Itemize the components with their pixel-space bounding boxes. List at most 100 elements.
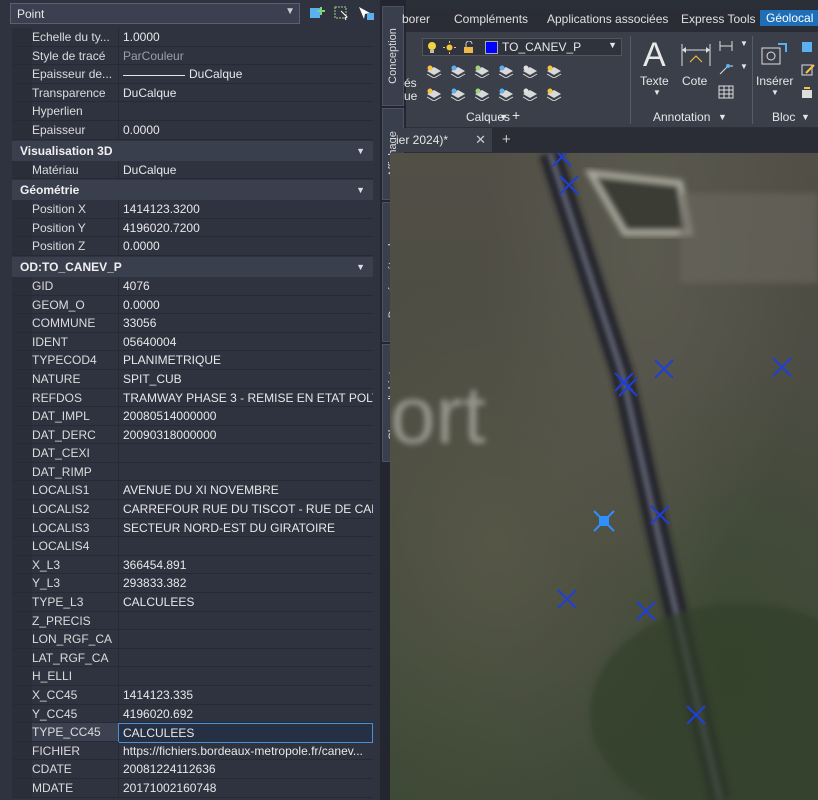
layer-properties-icon[interactable]: [426, 64, 442, 78]
property-value[interactable]: 1414123.335: [118, 686, 373, 704]
category-visualisation-3d[interactable]: Visualisation 3D ▼: [12, 140, 373, 161]
layer-lock-icon[interactable]: [522, 64, 538, 78]
property-row[interactable]: DAT_RIMP: [12, 462, 373, 482]
tab-collaborer[interactable]: borer: [402, 12, 430, 26]
property-value[interactable]: [118, 611, 373, 630]
tab-conception[interactable]: Conception: [382, 6, 404, 106]
chevron-down-icon[interactable]: ▼: [740, 62, 748, 71]
property-value[interactable]: ParCouleur: [118, 46, 373, 65]
property-value[interactable]: AVENUE DU XI NOVEMBRE: [118, 481, 373, 500]
chevron-down-icon[interactable]: ▼: [740, 39, 748, 48]
layer-freeze-icon[interactable]: [498, 64, 514, 78]
property-value[interactable]: [118, 648, 373, 667]
select-objects-icon[interactable]: [333, 5, 351, 21]
property-value[interactable]: [118, 444, 373, 462]
layer-walk-icon[interactable]: [450, 87, 466, 101]
property-row[interactable]: Z_PRECIS: [12, 611, 373, 631]
property-value[interactable]: TRAMWAY PHASE 3 - REMISE EN ETAT POLY...: [118, 388, 373, 407]
block-attributes-icon[interactable]: [800, 86, 816, 100]
property-value[interactable]: 4196020.692: [118, 704, 373, 723]
layer-merge-icon[interactable]: [474, 87, 490, 101]
point-marker[interactable]: [654, 359, 674, 379]
property-value[interactable]: DuCalque: [118, 83, 373, 102]
property-row[interactable]: Epaisseur 0.0000: [12, 120, 373, 140]
property-row[interactable]: GID 4076: [12, 276, 373, 296]
panel-title-bloc[interactable]: Bloc: [772, 110, 795, 124]
property-value[interactable]: SECTEUR NORD-EST DU GIRATOIRE: [118, 518, 373, 537]
property-value[interactable]: 33056: [118, 314, 373, 332]
property-value[interactable]: 0.0000: [118, 295, 373, 314]
layer-copy-icon[interactable]: [498, 87, 514, 101]
chevron-down-icon[interactable]: ▼: [801, 112, 810, 122]
property-row[interactable]: Y_L3 293833.382: [12, 574, 373, 594]
property-row[interactable]: Hyperlien: [12, 102, 373, 121]
property-value[interactable]: CARREFOUR RUE DU TISCOT - RUE DE CAME...: [118, 500, 373, 518]
property-value[interactable]: SPIT_CUB: [118, 369, 373, 388]
property-value[interactable]: CALCULEES: [118, 593, 373, 611]
property-row[interactable]: LOCALIS1 AVENUE DU XI NOVEMBRE: [12, 481, 373, 501]
tab-complements[interactable]: Compléments: [454, 12, 528, 26]
drawing-area[interactable]: ort: [390, 153, 818, 800]
table-icon[interactable]: [718, 85, 734, 99]
layer-unlock-icon[interactable]: [522, 87, 538, 101]
property-row[interactable]: Transparence DuCalque: [12, 83, 373, 103]
point-marker[interactable]: [636, 601, 656, 621]
property-row[interactable]: DAT_DERC 20090318000000: [12, 425, 373, 445]
property-value[interactable]: [118, 462, 373, 481]
property-row[interactable]: Style de tracé ParCouleur: [12, 46, 373, 66]
property-value[interactable]: 4076: [118, 276, 373, 295]
property-row[interactable]: NATURE SPIT_CUB: [12, 369, 373, 389]
collapse-icon[interactable]: ▼: [356, 141, 365, 161]
property-row[interactable]: MDATE 20171002160748: [12, 778, 373, 798]
edit-block-icon[interactable]: [800, 63, 816, 77]
property-value[interactable]: DuCalque: [118, 160, 373, 179]
toggle-pickadd-icon[interactable]: [309, 5, 327, 21]
panel-title-annotation[interactable]: Annotation: [653, 110, 710, 124]
property-row[interactable]: TYPECOD4 PLANIMETRIQUE: [12, 351, 373, 370]
quick-select-icon[interactable]: [357, 5, 375, 21]
property-row[interactable]: Epaisseur de... DuCalque: [12, 65, 373, 84]
chevron-down-icon[interactable]: ▼: [608, 40, 617, 50]
layer-isolate-icon[interactable]: [474, 64, 490, 78]
property-row[interactable]: Position X 1414123.3200: [12, 200, 373, 219]
property-row[interactable]: Echelle du ty... 1.0000: [12, 28, 373, 47]
texte-button[interactable]: A Texte ▼: [640, 36, 674, 97]
property-value[interactable]: DuCalque: [118, 65, 373, 83]
tab-applications-associees[interactable]: Applications associées: [547, 12, 668, 26]
property-value[interactable]: 1414123.3200: [118, 200, 373, 218]
property-value[interactable]: 0.0000: [118, 120, 373, 139]
create-block-icon[interactable]: [800, 40, 816, 54]
property-row[interactable]: IDENT 05640004: [12, 332, 373, 352]
property-row[interactable]: DAT_IMPL 20080514000000: [12, 407, 373, 426]
property-value[interactable]: [118, 102, 373, 120]
layer-previous-icon[interactable]: [426, 87, 442, 101]
property-row[interactable]: Position Z 0.0000: [12, 237, 373, 256]
chevron-down-icon[interactable]: ▼: [499, 112, 508, 122]
tab-geolocalisation[interactable]: Géolocal: [760, 10, 818, 26]
inserer-button[interactable]: Insérer ▼: [756, 36, 796, 98]
property-value[interactable]: https://fichiers.bordeaux-metropole.fr/c…: [118, 741, 373, 760]
selected-point-marker[interactable]: [593, 510, 615, 532]
property-row[interactable]: LOCALIS2 CARREFOUR RUE DU TISCOT - RUE DE…: [12, 500, 373, 519]
property-row[interactable]: TYPE_L3 CALCULEES: [12, 593, 373, 612]
close-icon[interactable]: ✕: [475, 132, 486, 148]
property-row[interactable]: COMMUNE 33056: [12, 314, 373, 333]
collapse-icon[interactable]: ▼: [356, 180, 365, 200]
property-value[interactable]: 20171002160748: [118, 778, 373, 797]
property-row[interactable]: GEOM_O 0.0000: [12, 295, 373, 315]
property-value[interactable]: 1.0000: [118, 28, 373, 46]
property-row[interactable]: Matériau DuCalque: [12, 160, 373, 180]
property-value[interactable]: [118, 667, 373, 685]
selection-type-dropdown[interactable]: Point ▼: [10, 3, 300, 24]
property-row[interactable]: REFDOS TRAMWAY PHASE 3 - REMISE EN ETAT P…: [12, 388, 373, 408]
layer-on-icon[interactable]: [546, 87, 562, 101]
property-value[interactable]: 20081224112636: [118, 760, 373, 778]
property-value[interactable]: [118, 537, 373, 555]
property-value[interactable]: 293833.382: [118, 574, 373, 593]
new-tab-button[interactable]: +: [502, 131, 511, 148]
document-tab[interactable]: ier 2024)* ✕: [396, 128, 492, 152]
property-value[interactable]: 366454.891: [118, 555, 373, 574]
property-row[interactable]: Position Y 4196020.7200: [12, 218, 373, 238]
add-icon[interactable]: +: [512, 107, 520, 123]
property-value[interactable]: 05640004: [118, 332, 373, 351]
